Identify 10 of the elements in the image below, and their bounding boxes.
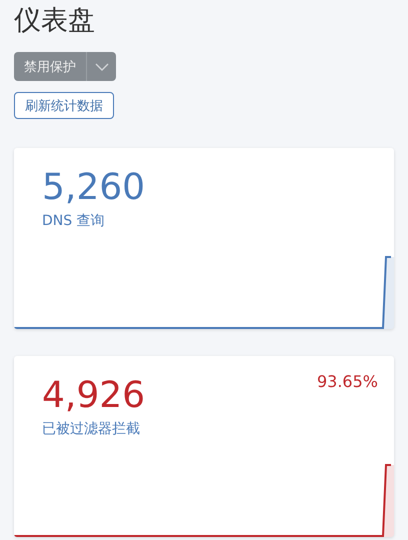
stat-value: 5,260 (42, 166, 146, 210)
stat-label: 已被过滤器拦截 (42, 420, 141, 438)
page-title: 仪表盘 (14, 4, 96, 38)
stat-percent: 93.65% (316, 372, 378, 393)
stat-label: DNS 查询 (42, 212, 106, 230)
caret-icon (94, 62, 108, 70)
stat-value: 4,926 (42, 374, 146, 418)
refresh-stats-button[interactable]: 刷新统计数据 (14, 92, 114, 119)
disable-protection-button[interactable]: 禁用保护 (14, 52, 87, 81)
split-button[interactable]: 禁用保护 (14, 52, 116, 81)
